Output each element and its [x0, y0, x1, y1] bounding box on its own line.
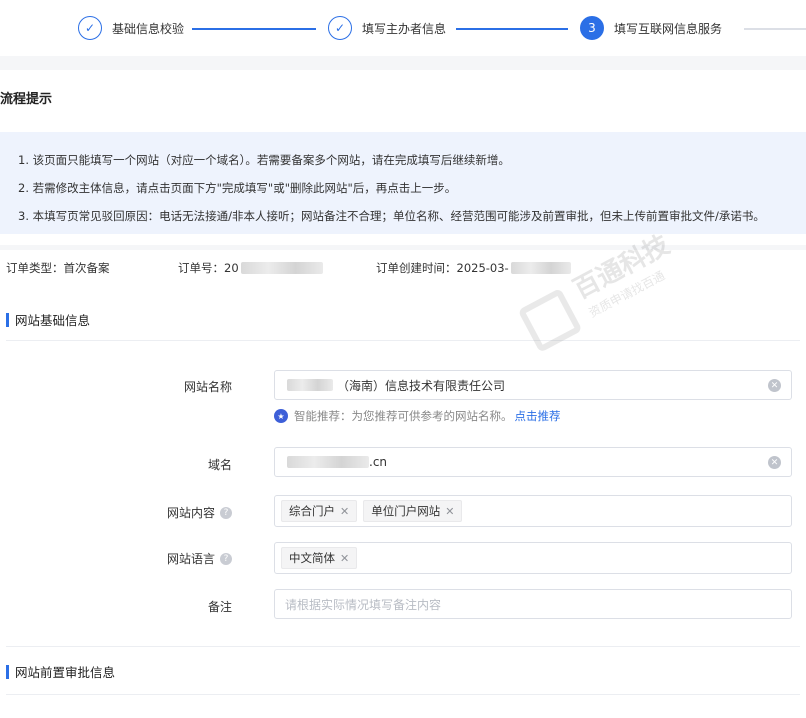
remark-label: 备注: [160, 598, 232, 615]
close-icon[interactable]: ✕: [445, 505, 454, 518]
clear-icon[interactable]: ✕: [768, 456, 781, 469]
order-created-label: 订单创建时间：: [376, 261, 457, 275]
close-icon[interactable]: ✕: [340, 505, 349, 518]
website-name-value: （海南）信息技术有限责任公司: [337, 378, 506, 393]
step-2-label: 填写主办者信息: [362, 21, 447, 36]
order-type: 订单类型： 首次备案: [6, 260, 110, 276]
order-number-value: 20: [224, 261, 239, 275]
steps-bar: ✓ 基础信息校验 ✓ 填写主办者信息 3 填写互联网信息服务: [0, 0, 806, 56]
domain-label: 域名: [160, 456, 232, 473]
smart-suggest: ★ 智能推荐：为您推荐可供参考的网站名称。 点击推荐: [274, 408, 561, 424]
website-content-label-text: 网站内容: [166, 506, 215, 520]
step-1-label: 基础信息校验: [112, 21, 185, 36]
help-icon[interactable]: ?: [220, 506, 232, 519]
clear-icon[interactable]: ✕: [768, 379, 781, 392]
step-connector-3: [744, 28, 806, 30]
close-icon[interactable]: ✕: [340, 552, 349, 565]
order-created-value: 2025-03-: [456, 261, 509, 275]
order-type-value: 首次备案: [63, 261, 110, 275]
redacted-block: [287, 379, 333, 391]
divider: [6, 646, 800, 647]
website-language-select[interactable]: 中文简体 ✕: [274, 542, 792, 574]
tips-box: 1. 该页面只能填写一个网站（对应一个域名）。若需要备案多个网站，请在完成填写后…: [0, 132, 806, 234]
section-website-basic: 网站基础信息: [6, 310, 90, 329]
tag: 单位门户网站 ✕: [363, 500, 463, 522]
section-accent-bar: [6, 664, 9, 679]
website-language-label-text: 网站语言: [166, 552, 215, 566]
website-content-select[interactable]: 综合门户 ✕ 单位门户网站 ✕: [274, 495, 792, 527]
redacted-block: [287, 456, 369, 468]
section-title: 网站基础信息: [15, 313, 91, 328]
tag: 中文简体 ✕: [281, 547, 358, 569]
section-pre-approval: 网站前置审批信息: [6, 662, 115, 681]
website-name-label-text: 网站名称: [183, 380, 232, 394]
order-number: 订单号： 20: [178, 260, 323, 276]
step-3-label: 填写互联网信息服务: [614, 21, 723, 36]
step-3: 3 填写互联网信息服务: [580, 16, 722, 40]
help-icon[interactable]: ?: [220, 552, 232, 565]
tips-title: 流程提示: [0, 92, 53, 107]
tag: 综合门户 ✕: [281, 500, 358, 522]
step-connector-1: [192, 28, 316, 30]
step-3-number: 3: [580, 16, 604, 40]
order-info: 订单类型： 首次备案 订单号： 20 订单创建时间： 2025-03-: [0, 260, 806, 282]
divider: [6, 694, 800, 695]
divider: [6, 340, 800, 341]
domain-input[interactable]: .cn ✕: [274, 447, 792, 477]
step-2: ✓ 填写主办者信息: [328, 16, 446, 40]
tip-line-1: 1. 该页面只能填写一个网站（对应一个域名）。若需要备案多个网站，请在完成填写后…: [18, 153, 510, 167]
tag-label: 中文简体: [289, 551, 335, 565]
redacted-block: [240, 262, 323, 274]
website-form-card: 订单类型： 首次备案 订单号： 20 订单创建时间： 2025-03- 网站基础…: [0, 250, 806, 718]
website-name-label: 网站名称: [160, 378, 232, 395]
section-title: 网站前置审批信息: [15, 665, 116, 680]
tip-line-3: 3. 本填写页常见驳回原因：电话无法接通/非本人接听；网站备注不合理；单位名称、…: [18, 209, 765, 223]
remark-input[interactable]: 请根据实际情况填写备注内容: [274, 589, 792, 619]
tip-line-2: 2. 若需修改主体信息，请点击页面下方"完成填写"或"删除此网站"后，再点击上一…: [18, 181, 457, 195]
process-tips-card: 流程提示 1. 该页面只能填写一个网站（对应一个域名）。若需要备案多个网站，请在…: [0, 70, 806, 245]
step-connector-2: [456, 28, 568, 30]
order-type-label: 订单类型：: [6, 261, 64, 275]
remark-placeholder: 请根据实际情况填写备注内容: [285, 597, 442, 612]
step-1: ✓ 基础信息校验: [78, 16, 184, 40]
order-created: 订单创建时间： 2025-03-: [376, 260, 571, 276]
website-content-label: 网站内容 ?: [160, 504, 232, 521]
tag-label: 单位门户网站: [371, 504, 441, 518]
order-number-label: 订单号：: [178, 261, 224, 275]
domain-label-text: 域名: [207, 458, 232, 472]
check-icon: ✓: [328, 16, 352, 40]
domain-value: .cn: [369, 455, 388, 469]
check-icon: ✓: [78, 16, 102, 40]
suggest-text: 智能推荐：为您推荐可供参考的网站名称。: [294, 409, 513, 423]
redacted-block: [510, 262, 571, 274]
website-language-label: 网站语言 ?: [160, 550, 232, 567]
remark-label-text: 备注: [207, 600, 232, 614]
tag-label: 综合门户: [289, 504, 335, 518]
website-name-input[interactable]: （海南）信息技术有限责任公司 ✕: [274, 370, 792, 400]
suggest-link[interactable]: 点击推荐: [515, 408, 561, 424]
section-accent-bar: [6, 312, 9, 327]
star-icon: ★: [274, 409, 288, 423]
